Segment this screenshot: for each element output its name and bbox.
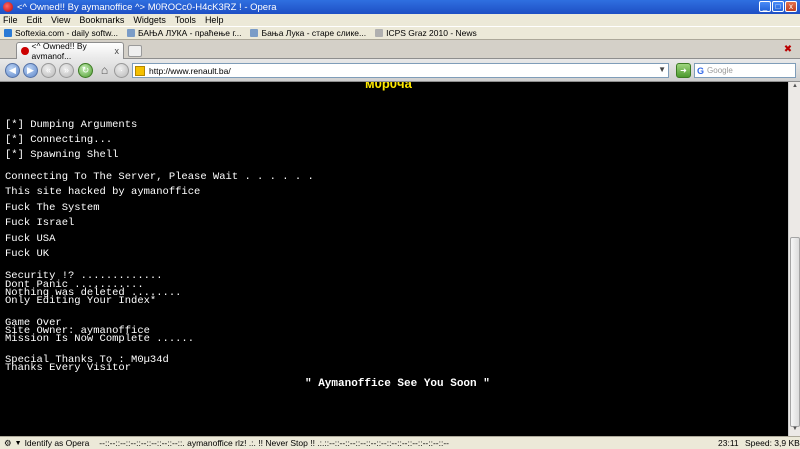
bookmark-favicon-icon	[4, 29, 12, 37]
bookmark-label: Softexia.com - daily softw...	[15, 28, 118, 38]
terminal-line: Only Editing Your Index*	[5, 295, 157, 307]
back-arrow-icon[interactable]: ◀	[5, 63, 20, 78]
bookmark-favicon-icon	[250, 29, 259, 37]
terminal-line: Connecting To The Server, Please Wait . …	[5, 171, 314, 183]
terminal-line: Fuck USA	[5, 233, 56, 245]
new-tab-button[interactable]	[128, 45, 142, 57]
maximize-button[interactable]: □	[772, 1, 784, 12]
page-banner: м0р0ча	[365, 82, 412, 91]
scroll-up-icon[interactable]: ▲	[790, 83, 800, 92]
bookmark-label: Бања Лука - старе слике...	[261, 28, 367, 38]
wand-icon[interactable]: ·	[114, 63, 129, 78]
menu-edit[interactable]: Edit	[27, 15, 43, 25]
menu-bar: File Edit View Bookmarks Widgets Tools H…	[0, 14, 800, 26]
bookmark-label: ICPS Graz 2010 - News	[386, 28, 477, 38]
terminal-line: [*] Connecting...	[5, 134, 113, 146]
go-arrow-icon[interactable]: ➜	[676, 63, 691, 78]
search-placeholder: Google	[707, 66, 733, 75]
close-window-button[interactable]: x	[785, 1, 797, 12]
tab-favicon-icon	[21, 47, 29, 55]
status-message: --::--::--::--::--::--::--::--::. aymano…	[99, 438, 450, 448]
settings-icon: ⚙	[4, 437, 12, 448]
minimize-button[interactable]: _	[759, 1, 771, 12]
vertical-scrollbar[interactable]: ▲ ▼	[788, 82, 800, 436]
address-field[interactable]: http://www.renault.ba/ ▼	[132, 63, 669, 78]
closing-message: " Aymanoffice See You Soon "	[305, 378, 490, 390]
identify-as-menu[interactable]: ⚙ ▼ Identify as Opera	[4, 438, 89, 449]
status-time: 23:11	[718, 438, 739, 448]
terminal-line: [*] Spawning Shell	[5, 149, 119, 161]
fast-forward-icon[interactable]: »	[59, 63, 74, 78]
window-title: <^ Owned!! By aymanoffice ^> M0ROCc0-H4c…	[17, 1, 277, 13]
reload-icon[interactable]: ↻	[78, 63, 93, 78]
tab-owned[interactable]: <^ Owned!! By aymanof... x	[16, 41, 124, 61]
tab-label: <^ Owned!! By aymanof...	[31, 41, 87, 61]
status-bar: ⚙ ▼ Identify as Opera --::--::--::--::--…	[0, 436, 800, 449]
bookmark-banja-luka-pracenje[interactable]: БАЊА ЛУКА - прaћење г...	[126, 28, 242, 38]
tab-bar: <^ Owned!! By aymanof... x ✖	[0, 40, 800, 61]
menu-view[interactable]: View	[51, 15, 70, 25]
bookmark-label: БАЊА ЛУКА - прaћење г...	[137, 28, 242, 38]
menu-help[interactable]: Help	[205, 15, 224, 25]
tab-close-icon[interactable]: x	[115, 46, 120, 56]
rewind-icon[interactable]: «	[41, 63, 56, 78]
search-input[interactable]: G Google	[694, 63, 796, 78]
menu-tools[interactable]: Tools	[175, 15, 196, 25]
terminal-line: This site hacked by aymanoffice	[5, 186, 201, 198]
site-favicon-icon	[135, 65, 145, 76]
opera-app-icon	[3, 2, 13, 12]
terminal-line: [*] Dumping Arguments	[5, 119, 138, 131]
bookmark-icps-graz[interactable]: ICPS Graz 2010 - News	[375, 28, 477, 38]
google-search-icon: G	[697, 65, 705, 76]
bookmark-banja-luka-stare-slike[interactable]: Бања Лука - старе слике...	[250, 28, 366, 38]
bookmark-favicon-icon	[126, 29, 135, 37]
window-title-bar[interactable]: <^ Owned!! By aymanoffice ^> M0ROCc0-H4c…	[0, 0, 800, 14]
terminal-line: Fuck Israel	[5, 217, 75, 229]
terminal-line: Fuck The System	[5, 202, 100, 214]
menu-file[interactable]: File	[3, 15, 18, 25]
home-icon[interactable]: ⌂	[97, 63, 112, 78]
menu-bookmarks[interactable]: Bookmarks	[79, 15, 124, 25]
close-page-icon[interactable]: ✖	[782, 44, 794, 56]
terminal-line: Mission Is Now Complete ......	[5, 333, 195, 345]
bookmark-softexia[interactable]: Softexia.com - daily softw...	[4, 28, 118, 38]
terminal-line: Thanks Every Visitor	[5, 362, 132, 374]
page-content: м0р0ча [*] Dumping Arguments [*] Connecti…	[0, 82, 788, 436]
scroll-down-icon[interactable]: ▼	[790, 426, 800, 435]
status-speed: Speed: 3,9 KB/s	[745, 438, 800, 448]
identify-label: Identify as Opera	[24, 438, 90, 448]
menu-widgets[interactable]: Widgets	[133, 15, 166, 25]
terminal-line: Fuck UK	[5, 248, 50, 260]
address-url-text: http://www.renault.ba/	[149, 65, 231, 76]
address-dropdown-icon[interactable]: ▼	[658, 65, 666, 74]
bookmarks-bar: Softexia.com - daily softw... БАЊА ЛУКА …	[0, 26, 800, 40]
dropdown-icon: ▼	[14, 439, 22, 447]
navigation-toolbar: ◀ ▶ « » ↻ ⌂ · http://www.renault.ba/ ▼ ➜…	[0, 59, 800, 82]
forward-arrow-icon[interactable]: ▶	[23, 63, 38, 78]
scrollbar-thumb[interactable]	[790, 237, 800, 427]
bookmark-favicon-icon	[375, 29, 384, 37]
